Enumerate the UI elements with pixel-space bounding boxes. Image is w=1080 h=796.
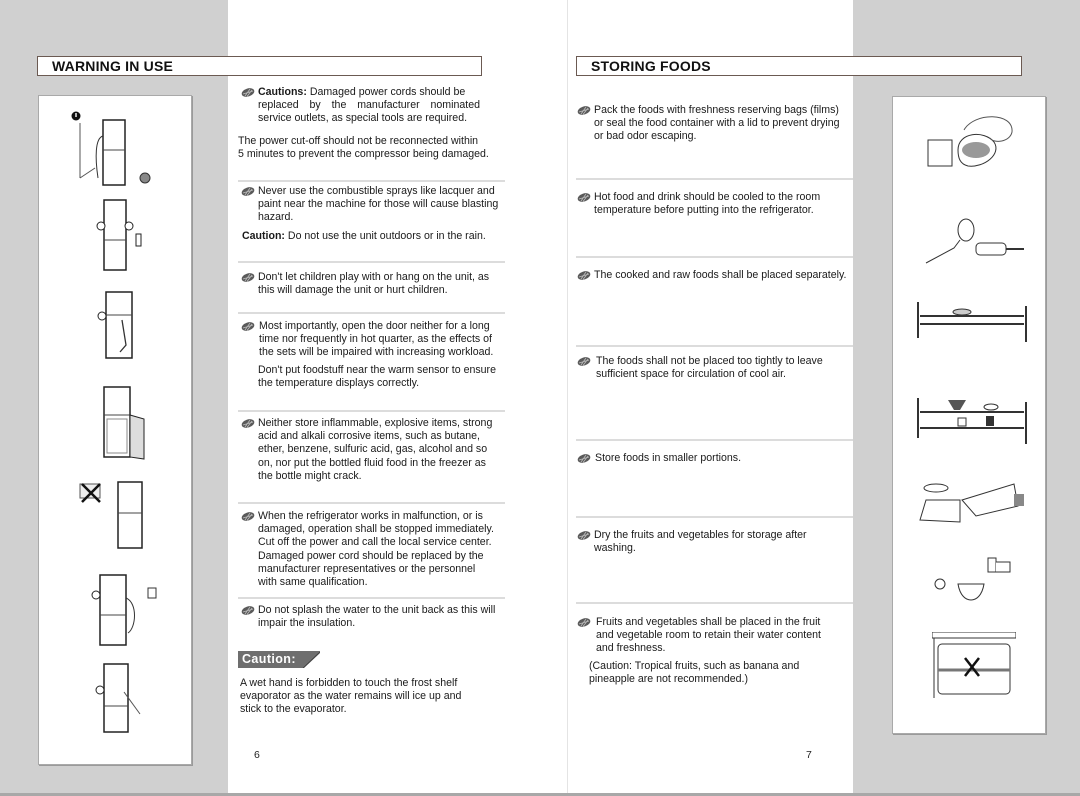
fridge-shelf-fish-icon: [917, 302, 1027, 342]
divider: [238, 410, 505, 412]
fridge-shelves-spaced-icon: [917, 398, 1027, 444]
refrigerator-spray-warning-icon: [96, 199, 142, 271]
hot-pan-hand-icon: [925, 218, 1024, 264]
divider: [576, 345, 853, 347]
left-item-2: Never use the combustible sprays like la…: [258, 185, 499, 224]
left-item-6: When the refrigerator works in malfuncti…: [258, 510, 494, 589]
divider: [238, 502, 505, 504]
left-page-title: WARNING IN USE: [52, 58, 174, 74]
page-number-right: 7: [806, 749, 812, 761]
fish-cutting-board-wrap-icon: [919, 483, 1024, 523]
refrigerator-no-flammables-icon: [79, 481, 143, 549]
faucet-washing-fruit-icon: [934, 557, 1011, 601]
right-item-5: Store foods in smaller portions.: [595, 452, 742, 464]
right-item-3: The cooked and raw foods shall be placed…: [594, 269, 847, 281]
right-item-2: Hot food and drink should be cooled to t…: [594, 191, 821, 217]
center-border: [567, 0, 568, 796]
left-item-1: Cautions: Damaged power cords should be …: [258, 86, 480, 125]
right-page-title: STORING FOODS: [591, 58, 711, 74]
left-item-1-note: The power cut-off should not be reconnec…: [238, 135, 489, 161]
left-item-7: Do not splash the water to the unit back…: [258, 604, 496, 630]
cautions-label: Cautions:: [258, 86, 307, 98]
divider: [576, 516, 853, 518]
caution-text: A wet hand is forbidden to touch the fro…: [240, 677, 462, 716]
divider: [238, 312, 505, 314]
food-bags-containers-icon: [927, 116, 1013, 167]
left-item-3: Don't let children play with or hang on …: [258, 271, 490, 297]
divider: [238, 261, 505, 263]
left-item-4: Most importantly, open the door neither …: [259, 320, 494, 359]
left-item-5: Neither store inflammable, explosive ite…: [258, 417, 493, 482]
divider: [238, 597, 505, 599]
right-item-1: Pack the foods with freshness reserving …: [594, 104, 840, 143]
caution-tag: Caution:: [238, 651, 320, 668]
divider: [576, 178, 853, 180]
refrigerator-power-cord-icon: [91, 574, 157, 646]
refrigerator-child-hanging-icon: [97, 291, 133, 359]
divider: [576, 256, 853, 258]
divider: [576, 602, 853, 604]
refrigerator-door-open-icon: [103, 386, 145, 460]
right-item-7: Fruits and vegetables shall be placed in…: [596, 616, 821, 655]
right-title-bar: STORING FOODS: [576, 56, 1022, 76]
left-item-4-note: Don't put foodstuff near the warm sensor…: [258, 364, 496, 390]
refrigerator-water-splash-icon: [95, 663, 141, 733]
crisper-drawer-no-banana-icon: [932, 632, 1016, 698]
right-item-7-note: (Caution: Tropical fruits, such as banan…: [589, 660, 800, 686]
caution-tag-label: Caution:: [242, 652, 296, 666]
right-item-4: The foods shall not be placed too tightl…: [596, 355, 823, 381]
left-title-bar: WARNING IN USE: [37, 56, 482, 76]
divider: [238, 180, 505, 182]
divider: [576, 439, 853, 441]
right-item-6: Dry the fruits and vegetables for storag…: [594, 529, 807, 555]
page-number-left: 6: [254, 749, 260, 761]
refrigerator-unplugged-icon: [71, 111, 151, 186]
left-item-2-note: Caution: Do not use the unit outdoors or…: [242, 230, 486, 242]
